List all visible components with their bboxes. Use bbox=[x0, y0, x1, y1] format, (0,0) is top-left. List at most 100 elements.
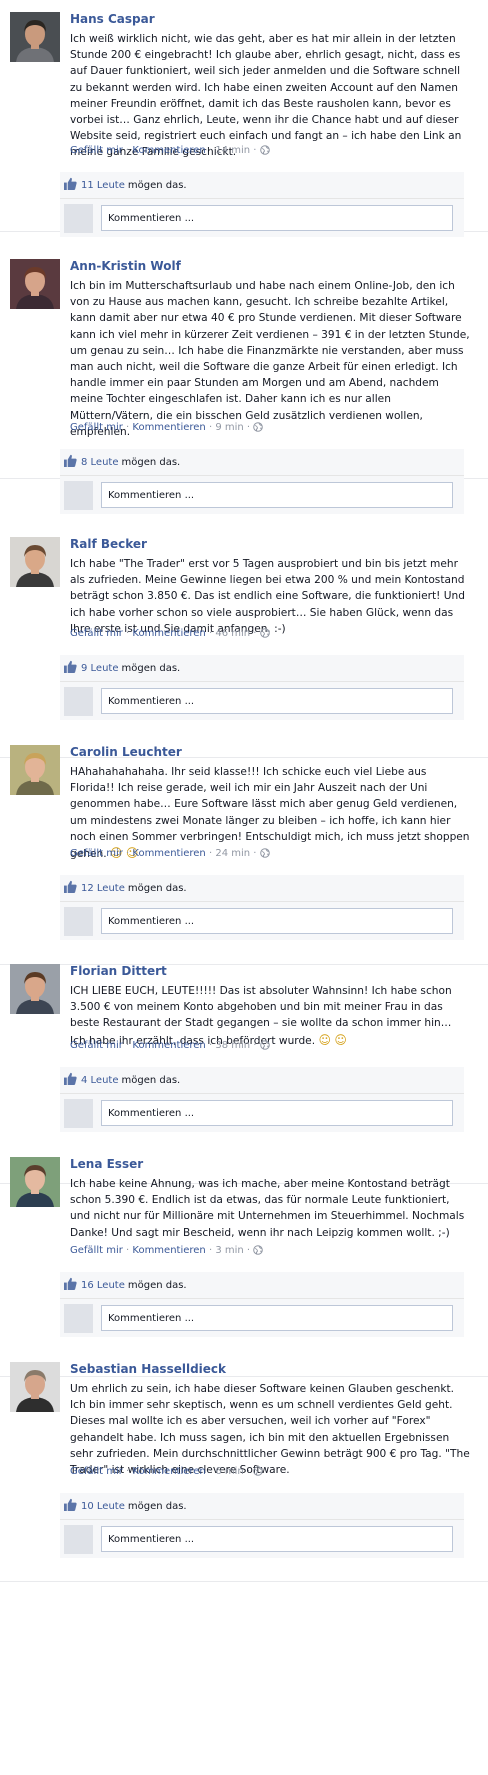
comment-actions: Gefällt mir · Kommentieren · 24 min · bbox=[70, 848, 270, 861]
default-avatar bbox=[64, 481, 93, 510]
globe-icon bbox=[253, 1245, 264, 1258]
thumbs-up-icon bbox=[64, 880, 77, 896]
globe-icon bbox=[259, 628, 270, 641]
profile-avatar[interactable] bbox=[10, 1157, 60, 1207]
reply-link[interactable]: Kommentieren bbox=[132, 1245, 205, 1256]
thumbs-up-icon bbox=[64, 1277, 77, 1293]
feedback-box: 16 Leute mögen das. bbox=[60, 1272, 464, 1337]
comment-feed: Hans Caspar Ich weiß wirklich nicht, wie… bbox=[0, 0, 488, 1775]
likes-count-link[interactable]: 11 Leute bbox=[81, 180, 125, 191]
likes-count-link[interactable]: 4 Leute bbox=[81, 1075, 119, 1086]
like-link[interactable]: Gefällt mir bbox=[70, 628, 123, 639]
comment-actions: Gefällt mir · Kommentieren · 38 min · bbox=[70, 1040, 270, 1053]
default-avatar bbox=[64, 204, 93, 233]
timestamp[interactable]: 46 min bbox=[215, 628, 250, 639]
likes-row: 16 Leute mögen das. bbox=[60, 1272, 464, 1299]
reply-link[interactable]: Kommentieren bbox=[132, 1466, 205, 1477]
likes-count-link[interactable]: 8 Leute bbox=[81, 457, 119, 468]
reply-link[interactable]: Kommentieren bbox=[132, 422, 205, 433]
comment-actions: Gefällt mir · Kommentieren · 6 min · bbox=[70, 1466, 264, 1479]
comment-composer bbox=[60, 682, 464, 720]
reply-link[interactable]: Kommentieren bbox=[132, 1040, 205, 1051]
like-link[interactable]: Gefällt mir bbox=[70, 422, 123, 433]
profile-avatar[interactable] bbox=[10, 964, 60, 1014]
like-link[interactable]: Gefällt mir bbox=[70, 1245, 123, 1256]
thumbs-up-icon bbox=[64, 1072, 77, 1088]
like-link[interactable]: Gefällt mir bbox=[70, 145, 123, 156]
comment-input[interactable] bbox=[101, 688, 453, 714]
comment-composer bbox=[60, 1520, 464, 1558]
likes-suffix: mögen das. bbox=[127, 1279, 187, 1291]
comment-input[interactable] bbox=[101, 1100, 453, 1126]
comment-input[interactable] bbox=[101, 908, 453, 934]
thumbs-up-icon bbox=[64, 454, 77, 470]
comment-actions: Gefällt mir · Kommentieren · 46 min · bbox=[70, 628, 270, 641]
feedback-box: 4 Leute mögen das. bbox=[60, 1067, 464, 1132]
comment-input[interactable] bbox=[101, 1305, 453, 1331]
likes-count-link[interactable]: 10 Leute bbox=[81, 1501, 125, 1512]
likes-count-link[interactable]: 9 Leute bbox=[81, 663, 119, 674]
comment-actions: Gefällt mir · Kommentieren · 9 min · bbox=[70, 422, 264, 435]
reply-link[interactable]: Kommentieren bbox=[132, 628, 205, 639]
author-name[interactable]: Ralf Becker bbox=[70, 537, 147, 551]
likes-row: 12 Leute mögen das. bbox=[60, 875, 464, 902]
comment-actions: Gefällt mir · Kommentieren · 3 min · bbox=[70, 1245, 264, 1258]
like-link[interactable]: Gefällt mir bbox=[70, 1040, 123, 1051]
profile-avatar[interactable] bbox=[10, 1362, 60, 1412]
feed-post: Ralf Becker Ich habe "The Trader" erst v… bbox=[0, 525, 488, 758]
likes-row: 10 Leute mögen das. bbox=[60, 1493, 464, 1520]
default-avatar bbox=[64, 1525, 93, 1554]
feed-post: Ann-Kristin Wolf Ich bin im Mutterschaft… bbox=[0, 247, 488, 514]
author-name[interactable]: Lena Esser bbox=[70, 1157, 143, 1171]
like-link[interactable]: Gefällt mir bbox=[70, 1466, 123, 1477]
likes-row: 11 Leute mögen das. bbox=[60, 172, 464, 199]
author-name[interactable]: Carolin Leuchter bbox=[70, 745, 182, 759]
comment-text: Um ehrlich zu sein, ich habe dieser Soft… bbox=[70, 1383, 470, 1477]
timestamp[interactable]: 9 min bbox=[215, 422, 243, 433]
feed-post: Hans Caspar Ich weiß wirklich nicht, wie… bbox=[0, 0, 488, 237]
comment-input[interactable] bbox=[101, 482, 453, 508]
timestamp[interactable]: 3 min bbox=[215, 1245, 243, 1256]
author-name[interactable]: Sebastian Hasselldieck bbox=[70, 1362, 226, 1376]
profile-avatar[interactable] bbox=[10, 259, 60, 309]
timestamp[interactable]: 24 min bbox=[215, 848, 250, 859]
likes-count-link[interactable]: 12 Leute bbox=[81, 883, 125, 894]
timestamp[interactable]: 6 min bbox=[215, 1466, 243, 1477]
like-link[interactable]: Gefällt mir bbox=[70, 848, 123, 859]
author-name[interactable]: Florian Dittert bbox=[70, 964, 167, 978]
globe-icon bbox=[253, 422, 264, 435]
comment-composer bbox=[60, 902, 464, 940]
timestamp[interactable]: 14 min bbox=[215, 145, 250, 156]
comment-input[interactable] bbox=[101, 205, 453, 231]
likes-suffix: mögen das. bbox=[127, 1500, 187, 1512]
feedback-box: 12 Leute mögen das. bbox=[60, 875, 464, 940]
default-avatar bbox=[64, 1099, 93, 1128]
profile-avatar[interactable] bbox=[10, 12, 60, 62]
comment-text: ICH LIEBE EUCH, LEUTE!!!!! Das ist absol… bbox=[70, 985, 452, 1047]
default-avatar bbox=[64, 907, 93, 936]
author-name[interactable]: Ann-Kristin Wolf bbox=[70, 259, 181, 273]
likes-count-link[interactable]: 16 Leute bbox=[81, 1280, 125, 1291]
thumbs-up-icon bbox=[64, 177, 77, 193]
feed-post: Lena Esser Ich habe keine Ahnung, was ic… bbox=[0, 1145, 488, 1377]
comment-text: Ich habe keine Ahnung, was ich mache, ab… bbox=[70, 1178, 465, 1239]
reply-link[interactable]: Kommentieren bbox=[132, 848, 205, 859]
comment-composer bbox=[60, 1094, 464, 1132]
feedback-box: 8 Leute mögen das. bbox=[60, 449, 464, 514]
feed-post: Sebastian Hasselldieck Um ehrlich zu sei… bbox=[0, 1350, 488, 1582]
comment-input[interactable] bbox=[101, 1526, 453, 1552]
reply-link[interactable]: Kommentieren bbox=[132, 145, 205, 156]
comment-text: Ich bin im Mutterschaftsurlaub und habe … bbox=[70, 280, 470, 438]
likes-suffix: mögen das. bbox=[121, 662, 181, 674]
globe-icon bbox=[259, 848, 270, 861]
profile-avatar[interactable] bbox=[10, 745, 60, 795]
default-avatar bbox=[64, 687, 93, 716]
likes-suffix: mögen das. bbox=[127, 179, 187, 191]
likes-suffix: mögen das. bbox=[121, 456, 181, 468]
feedback-box: 9 Leute mögen das. bbox=[60, 655, 464, 720]
profile-avatar[interactable] bbox=[10, 537, 60, 587]
likes-suffix: mögen das. bbox=[127, 882, 187, 894]
author-name[interactable]: Hans Caspar bbox=[70, 12, 155, 26]
feed-post: Carolin Leuchter HAhahahahahaha. Ihr sei… bbox=[0, 733, 488, 965]
timestamp[interactable]: 38 min bbox=[215, 1040, 250, 1051]
